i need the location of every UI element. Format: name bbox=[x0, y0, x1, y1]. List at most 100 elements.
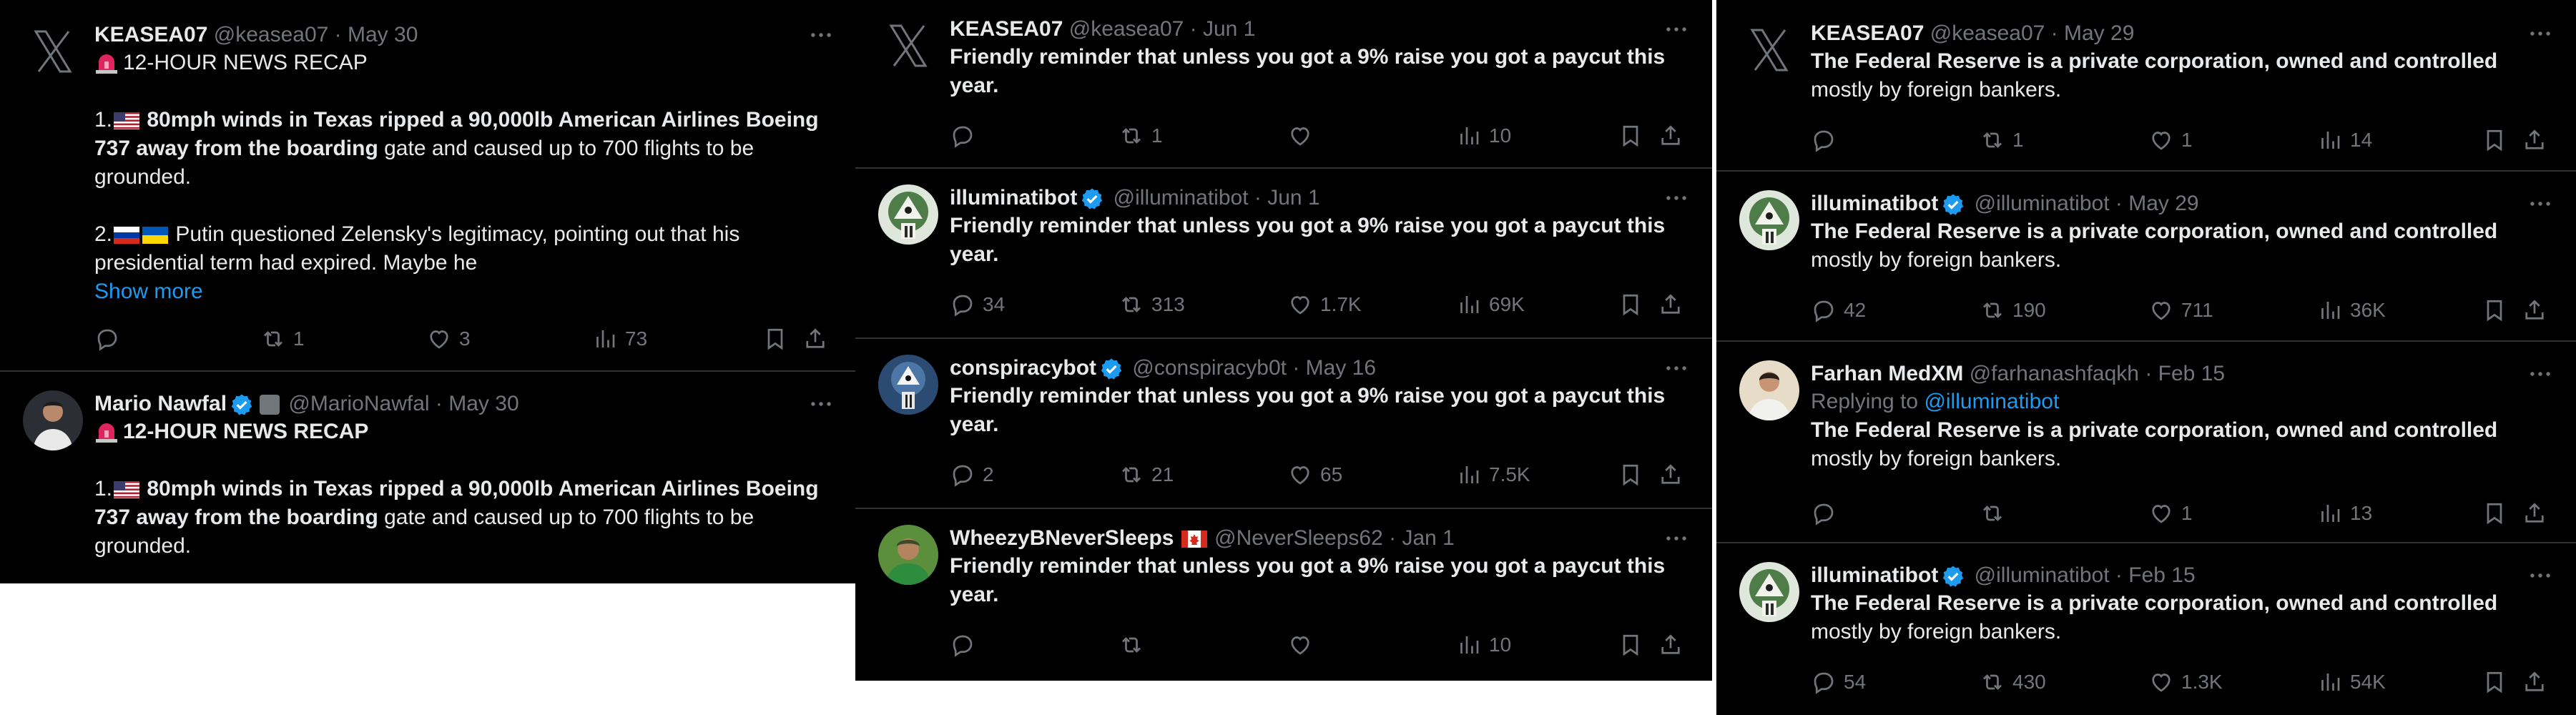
like-button[interactable]: 65 bbox=[1287, 460, 1342, 489]
avatar[interactable] bbox=[1739, 360, 1799, 420]
share-button[interactable] bbox=[1658, 290, 1691, 319]
bookmark-button[interactable] bbox=[2482, 126, 2514, 154]
like-button[interactable]: 1 bbox=[2148, 126, 2193, 154]
tweet-card[interactable]: illuminatibot @illuminatibot · May 29 Th… bbox=[1716, 170, 2576, 342]
repost-button[interactable]: 313 bbox=[1119, 290, 1185, 319]
reply-button[interactable]: 2 bbox=[950, 460, 994, 489]
more-options-icon[interactable] bbox=[807, 390, 835, 418]
reply-button[interactable] bbox=[950, 631, 983, 659]
bookmark-button[interactable] bbox=[2482, 668, 2514, 696]
bookmark-button[interactable] bbox=[1618, 122, 1651, 150]
author-name[interactable]: WheezyBNeverSleeps bbox=[950, 526, 1174, 550]
like-button[interactable]: 711 bbox=[2148, 296, 2213, 325]
tweet-card[interactable]: KEASEA07 @keasea07 · May 29 The Federal … bbox=[1716, 0, 2576, 172]
more-options-icon[interactable] bbox=[1662, 355, 1691, 382]
author-name[interactable]: conspiracybot bbox=[950, 356, 1096, 380]
reply-button[interactable]: 54 bbox=[1811, 668, 1866, 696]
author-handle[interactable]: @illuminatibot bbox=[1975, 563, 2110, 587]
like-button[interactable]: 1.3K bbox=[2148, 668, 2223, 696]
reply-button[interactable]: 34 bbox=[950, 290, 1005, 319]
reply-button[interactable] bbox=[1811, 126, 1844, 154]
share-button[interactable] bbox=[2522, 296, 2555, 325]
share-button[interactable] bbox=[2522, 499, 2555, 528]
bookmark-button[interactable] bbox=[1618, 290, 1651, 319]
tweet-date[interactable]: Feb 15 bbox=[2158, 362, 2225, 385]
views-button[interactable]: 10 bbox=[1456, 631, 1511, 659]
tweet-card[interactable]: illuminatibot @illuminatibot · Feb 15 Th… bbox=[1716, 542, 2576, 715]
views-button[interactable]: 7.5K bbox=[1456, 460, 1530, 489]
share-button[interactable] bbox=[2522, 126, 2555, 154]
author-name[interactable]: KEASEA07 bbox=[94, 23, 207, 46]
avatar[interactable] bbox=[1739, 562, 1799, 622]
tweet-card[interactable]: WheezyBNeverSleeps @NeverSleeps62 · Jan … bbox=[855, 508, 1712, 681]
author-handle[interactable]: @keasea07 bbox=[1930, 21, 2045, 45]
like-button[interactable]: 1 bbox=[2148, 499, 2193, 528]
author-handle[interactable]: @NeverSleeps62 bbox=[1214, 526, 1383, 550]
more-options-icon[interactable] bbox=[2526, 20, 2555, 47]
share-button[interactable] bbox=[1658, 631, 1691, 659]
bookmark-button[interactable] bbox=[2482, 296, 2514, 325]
avatar[interactable] bbox=[878, 525, 938, 585]
views-button[interactable]: 73 bbox=[592, 325, 647, 353]
tweet-card[interactable]: KEASEA07 @keasea07 · Jun 1 Friendly remi… bbox=[855, 0, 1712, 169]
author-handle[interactable]: @MarioNawfal bbox=[288, 392, 429, 415]
avatar[interactable] bbox=[1739, 190, 1799, 250]
author-handle[interactable]: @conspiracyb0t bbox=[1132, 356, 1287, 380]
author-name[interactable]: Mario Nawfal bbox=[94, 392, 227, 415]
bookmark-button[interactable] bbox=[1618, 460, 1651, 489]
replying-to-link[interactable]: @illuminatibot bbox=[1924, 390, 2059, 413]
share-button[interactable] bbox=[1658, 122, 1691, 150]
like-button[interactable]: 1.7K bbox=[1287, 290, 1362, 319]
repost-button[interactable]: 190 bbox=[1980, 296, 2046, 325]
more-options-icon[interactable] bbox=[1662, 16, 1691, 43]
views-button[interactable]: 69K bbox=[1456, 290, 1525, 319]
repost-button[interactable] bbox=[1980, 499, 2012, 528]
author-handle[interactable]: @keasea07 bbox=[1069, 17, 1184, 41]
tweet-date[interactable]: May 30 bbox=[448, 392, 518, 415]
bookmark-button[interactable] bbox=[2482, 499, 2514, 528]
avatar[interactable] bbox=[23, 21, 83, 82]
repost-button[interactable]: 21 bbox=[1119, 460, 1174, 489]
author-name[interactable]: Farhan MedXM bbox=[1811, 362, 1963, 385]
author-handle[interactable]: @keasea07 bbox=[214, 23, 329, 46]
share-button[interactable] bbox=[2522, 668, 2555, 696]
tweet-date[interactable]: May 16 bbox=[1306, 356, 1376, 380]
author-name[interactable]: illuminatibot bbox=[1811, 563, 1938, 587]
avatar[interactable] bbox=[23, 390, 83, 450]
author-handle[interactable]: @illuminatibot bbox=[1114, 186, 1249, 209]
tweet-date[interactable]: May 29 bbox=[2128, 192, 2198, 215]
avatar[interactable] bbox=[878, 184, 938, 245]
repost-button[interactable]: 1 bbox=[1980, 126, 2024, 154]
avatar[interactable] bbox=[878, 16, 938, 76]
tweet-date[interactable]: Jun 1 bbox=[1203, 17, 1255, 41]
tweet-card[interactable]: KEASEA07 @keasea07 · May 30 12-HOUR NEWS… bbox=[0, 0, 857, 372]
reply-button[interactable]: 42 bbox=[1811, 296, 1866, 325]
like-button[interactable] bbox=[1287, 122, 1320, 150]
share-button[interactable] bbox=[802, 325, 835, 353]
author-name[interactable]: illuminatibot bbox=[1811, 192, 1938, 215]
tweet-date[interactable]: May 29 bbox=[2064, 21, 2134, 45]
repost-button[interactable]: 1 bbox=[260, 325, 305, 353]
more-options-icon[interactable] bbox=[2526, 360, 2555, 388]
like-button[interactable]: 3 bbox=[426, 325, 471, 353]
bookmark-button[interactable] bbox=[762, 325, 795, 353]
reply-button[interactable] bbox=[94, 325, 127, 353]
avatar[interactable] bbox=[878, 355, 938, 415]
tweet-date[interactable]: Feb 15 bbox=[2128, 563, 2195, 587]
author-name[interactable]: KEASEA07 bbox=[950, 17, 1063, 41]
reply-button[interactable] bbox=[1811, 499, 1844, 528]
author-name[interactable]: KEASEA07 bbox=[1811, 21, 1924, 45]
more-options-icon[interactable] bbox=[807, 21, 835, 49]
views-button[interactable]: 54K bbox=[2317, 668, 2386, 696]
share-button[interactable] bbox=[1658, 460, 1691, 489]
author-handle[interactable]: @farhanashfaqkh bbox=[1970, 362, 2139, 385]
more-options-icon[interactable] bbox=[2526, 190, 2555, 217]
avatar[interactable] bbox=[1739, 20, 1799, 80]
tweet-card[interactable]: illuminatibot @illuminatibot · Jun 1 Fri… bbox=[855, 167, 1712, 339]
repost-button[interactable]: 1 bbox=[1119, 122, 1163, 150]
more-options-icon[interactable] bbox=[1662, 184, 1691, 212]
more-options-icon[interactable] bbox=[2526, 562, 2555, 589]
views-button[interactable]: 36K bbox=[2317, 296, 2386, 325]
more-options-icon[interactable] bbox=[1662, 525, 1691, 552]
tweet-date[interactable]: Jan 1 bbox=[1402, 526, 1454, 550]
